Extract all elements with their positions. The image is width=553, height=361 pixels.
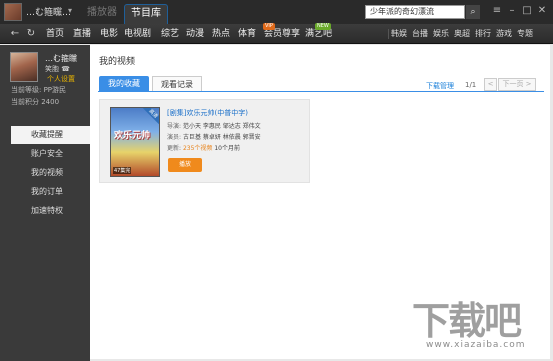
nav-item-games[interactable]: 游戏 xyxy=(496,24,512,44)
cast-label: 演员: xyxy=(167,134,182,141)
sidebar-item-favorites-reminder[interactable]: 收藏提醒 xyxy=(11,126,90,144)
video-title-link[interactable]: [剧集]欢乐元帅(中普中字) xyxy=(167,108,248,118)
watermark-logo: 下载吧 xyxy=(412,299,522,343)
watermark-url: www.xiazaiba.com xyxy=(426,340,526,350)
director-row: 导演: 范小天 李惠民 邹达志 郑伟文 xyxy=(167,121,261,130)
tab-player[interactable]: 播放器 xyxy=(80,4,124,24)
nav-item-home[interactable]: 首页 xyxy=(46,24,64,44)
back-icon[interactable]: ← xyxy=(8,26,22,42)
nav-item-variety[interactable]: 综艺 xyxy=(161,24,179,44)
nav-item-hot[interactable]: 热点 xyxy=(212,24,230,44)
nav-item-topics[interactable]: 专题 xyxy=(517,24,533,44)
page-title: 我的视频 xyxy=(99,57,136,67)
search-icon[interactable]: ⌕ xyxy=(466,5,480,19)
nav-item-movies[interactable]: 电影 xyxy=(100,24,118,44)
maximize-icon[interactable]: □ xyxy=(520,4,534,18)
nav-item-league[interactable]: 奥超 xyxy=(454,24,470,44)
prev-page-button[interactable]: < xyxy=(484,78,497,91)
minimize-icon[interactable]: – xyxy=(505,4,519,18)
nav-item-tv[interactable]: 电视剧 xyxy=(124,24,151,44)
sidebar-item-my-videos[interactable]: 我的视频 xyxy=(0,164,90,182)
user-avatar[interactable] xyxy=(4,3,22,21)
chevron-down-icon[interactable]: ▾ xyxy=(68,6,72,15)
tabs-divider xyxy=(98,91,544,92)
nav-item-anime[interactable]: 动漫 xyxy=(186,24,204,44)
tab-watch-history[interactable]: 观看记录 xyxy=(152,76,202,92)
nav-bar: ← ↻ 首页 直播 电影 电视剧 综艺 动漫 热点 体育 会员尊享 满艺吧 VI… xyxy=(0,23,553,44)
sidebar-user-name: …む箍矘 xyxy=(45,54,77,63)
close-icon[interactable]: ✕ xyxy=(535,4,549,18)
cast-row: 演员: 古巨基 蔡卓妍 林依晨 郭晋安 xyxy=(167,132,261,141)
nav-item-taiwan[interactable]: 台播 xyxy=(412,24,428,44)
director-label: 导演: xyxy=(167,123,182,130)
tab-library[interactable]: 节目库 xyxy=(124,4,168,24)
sidebar-user-tag: 笑胞 ☎ xyxy=(45,65,70,73)
video-poster[interactable]: 高清 欢乐元帅 47集完 xyxy=(110,107,160,177)
refresh-icon[interactable]: ↻ xyxy=(24,26,38,42)
menu-icon[interactable]: ≡ xyxy=(490,4,504,18)
nav-item-korea[interactable]: 韩娱 xyxy=(391,24,407,44)
hd-badge: 高清 xyxy=(140,108,159,127)
play-button[interactable]: 播放 xyxy=(168,158,202,172)
update-time: 10个月前 xyxy=(214,145,240,152)
nav-item-sports[interactable]: 体育 xyxy=(238,24,256,44)
update-label: 更新: xyxy=(167,145,182,152)
tab-my-favorites[interactable]: 我的收藏 xyxy=(99,76,149,92)
sidebar-item-account-security[interactable]: 账户安全 xyxy=(0,145,90,163)
sidebar: …む箍矘 笑胞 ☎ 个人设置 当前等级: PP游民 当前积分 2400 收藏提醒… xyxy=(0,45,90,361)
watermark: 下载吧 www.xiazaiba.com xyxy=(412,290,550,350)
video-card: 高清 欢乐元帅 47集完 [剧集]欢乐元帅(中普中字) 导演: 范小天 李惠民 … xyxy=(99,99,310,183)
user-level: 当前等级: PP游民 xyxy=(11,86,67,94)
new-badge: NEW xyxy=(315,23,331,30)
next-page-button[interactable]: 下一页 > xyxy=(498,78,536,91)
user-points: 当前积分 2400 xyxy=(11,98,60,106)
sidebar-item-my-orders[interactable]: 我的订单 xyxy=(0,183,90,201)
nav-divider xyxy=(388,29,389,39)
poster-title: 欢乐元帅 xyxy=(114,131,151,141)
director-names: 范小天 李惠民 邹达志 郑伟文 xyxy=(182,123,261,130)
avatar[interactable] xyxy=(10,52,38,82)
poster-episodes: 47集完 xyxy=(113,167,132,174)
nav-item-live[interactable]: 直播 xyxy=(73,24,91,44)
page-indicator: 1/1 xyxy=(465,81,477,89)
download-manager-link[interactable]: 下载管理 xyxy=(426,81,454,91)
nav-item-ranking[interactable]: 排行 xyxy=(475,24,491,44)
nav-item-entertainment[interactable]: 娱乐 xyxy=(433,24,449,44)
personal-settings-link[interactable]: 个人设置 xyxy=(47,74,75,84)
vip-badge: VIP xyxy=(263,23,275,30)
cast-names: 古巨基 蔡卓妍 林依晨 郭晋安 xyxy=(182,134,261,141)
search-input[interactable]: 少年派的奇幻漂流 xyxy=(365,5,465,19)
update-count: 235个视频 xyxy=(182,145,213,152)
sidebar-item-acceleration[interactable]: 加速特权 xyxy=(0,202,90,220)
title-bar: …む箍矘… ▾ 播放器 节目库 少年派的奇幻漂流 ⌕ ≡ – □ ✕ xyxy=(0,0,553,24)
username[interactable]: …む箍矘… xyxy=(26,5,71,18)
update-row: 更新: 235个视频 10个月前 xyxy=(167,143,240,152)
